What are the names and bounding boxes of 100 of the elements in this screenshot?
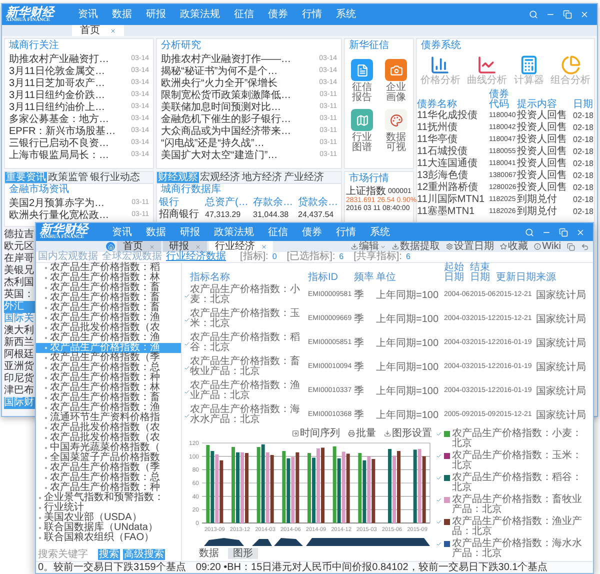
- tree-item[interactable]: 农产品生产价格指数：畜: [36, 303, 181, 313]
- line-chart-icon[interactable]: [477, 55, 498, 75]
- news-headline[interactable]: 澳大利: [4, 325, 35, 337]
- search-icon[interactable]: [525, 228, 534, 236]
- section-tab[interactable]: 银行业动态: [89, 172, 141, 183]
- tree-item[interactable]: 农产品生产价格指数：渔: [36, 333, 181, 343]
- tree-item[interactable]: 农产品生产价格指数：林: [36, 273, 181, 283]
- tree-item[interactable]: 农产品批发价格指数（农: [36, 433, 181, 443]
- chart-tool-button[interactable]: 图形设置: [384, 428, 432, 438]
- window-tab[interactable]: 研报: [163, 241, 207, 252]
- palette-icon[interactable]: [385, 109, 407, 131]
- chart-tool-button[interactable]: 时间序列: [292, 428, 340, 438]
- news-headline[interactable]: 亚洲货: [4, 361, 35, 373]
- section-tab[interactable]: 地方经济: [241, 172, 283, 183]
- restore-icon[interactable]: [559, 228, 568, 236]
- toolbar-button[interactable]: 设置日期: [446, 242, 494, 252]
- back-arrow-icon[interactable]: [581, 242, 589, 250]
- news-headline[interactable]: 美国2月预算赤字为…: [9, 198, 105, 208]
- window-tab[interactable]: 首页: [117, 241, 161, 252]
- news-headline[interactable]: 津巴布: [4, 385, 35, 397]
- check-icon[interactable]: [184, 389, 190, 395]
- news-ticker-item[interactable]: 0。较前一交易日下跌3159个基点: [38, 562, 186, 572]
- check-icon[interactable]: [436, 541, 442, 547]
- tree-item[interactable]: 联合国粮农组织（FAO）: [36, 533, 181, 543]
- tree-item[interactable]: 农产品生产价格指数：渔: [36, 313, 181, 323]
- tree-item[interactable]: 农产品生产价格指数：林: [36, 383, 181, 393]
- app-label[interactable]: 数据可视: [384, 133, 408, 153]
- tree-item[interactable]: 农产品生产价格指数：总: [36, 363, 181, 373]
- news-headline[interactable]: 英国：: [4, 289, 35, 301]
- news-headline[interactable]: 大众商品或为中国经济带来…: [161, 126, 291, 136]
- tree-item[interactable]: 农产品生产价格指数：渔: [36, 403, 181, 413]
- check-icon[interactable]: [436, 431, 442, 437]
- news-headline[interactable]: 欧洲央行量化宽松政…: [9, 210, 109, 220]
- tree-item[interactable]: 农产品生产价格指数：畜: [36, 283, 181, 293]
- news-headline[interactable]: 3月11日纽约油价上…: [9, 102, 105, 112]
- news-headline[interactable]: 欧元区: [4, 241, 35, 253]
- tree-item[interactable]: 中国寿光蔬菜价格指数（: [36, 443, 181, 453]
- toolbar-button[interactable]: Wiki: [534, 242, 561, 252]
- check-icon[interactable]: [436, 453, 442, 459]
- check-icon[interactable]: [184, 365, 190, 371]
- news-headline[interactable]: “闪电战”还是“持久战”…: [161, 138, 264, 148]
- toolbar-button[interactable]: 编辑: [351, 242, 386, 252]
- chart-tool-button[interactable]: 批量: [348, 428, 376, 438]
- news-headline[interactable]: 3月11日伦敦金属交…: [9, 66, 105, 76]
- tree-item[interactable]: 农产品生产价格指数（季: [36, 463, 181, 473]
- check-icon[interactable]: [436, 475, 442, 481]
- news-headline[interactable]: EPFR：新兴市场股基…: [9, 126, 116, 136]
- check-icon[interactable]: [184, 413, 190, 419]
- navigator-drawing[interactable]: [204, 538, 430, 546]
- news-headline[interactable]: 助推农村产业融资打作——…: [161, 54, 291, 64]
- tree-item[interactable]: 流通环节生产资料价格指: [36, 413, 181, 423]
- news-headline[interactable]: 美银兄: [4, 265, 35, 277]
- map-icon[interactable]: [351, 109, 373, 131]
- search-icon[interactable]: [529, 10, 538, 19]
- app-label[interactable]: 行业图谱: [350, 133, 374, 153]
- news-ticker-item[interactable]: 09:20 •BH：15日港元对人民币中间价报0.84102，较前一交易日下跌30.1个基点: [196, 562, 548, 572]
- news-headline[interactable]: 新西兰: [4, 337, 35, 349]
- tree-item[interactable]: 农产品生产价格指数（季: [36, 353, 181, 363]
- check-icon[interactable]: [184, 317, 190, 323]
- section-tab[interactable]: 政策监管: [47, 172, 89, 183]
- check-icon[interactable]: [184, 293, 190, 299]
- restore-icon[interactable]: [563, 10, 572, 19]
- news-headline[interactable]: 揭秘“秘证书”为何不是个…: [161, 66, 278, 76]
- news-headline[interactable]: 德拉吉: [4, 229, 35, 241]
- camera-icon[interactable]: [385, 59, 407, 81]
- news-headline[interactable]: 印尼货: [4, 373, 35, 385]
- close-icon[interactable]: [149, 244, 155, 250]
- copy-icon[interactable]: [567, 242, 575, 250]
- tree-item[interactable]: 美国农业部（USDA）: [36, 513, 181, 523]
- news-headline[interactable]: 限制宽松货币政策刺激降低…: [161, 90, 291, 100]
- tree-item[interactable]: 企业景气指数和预警指数：: [36, 493, 181, 503]
- tree-item[interactable]: 农产品生产价格指数：总: [36, 473, 181, 483]
- tree-item[interactable]: 农产品生产价格指数：畜: [36, 393, 181, 403]
- app-label[interactable]: 企业画像: [384, 83, 408, 103]
- news-headline[interactable]: 上海市银监局局长：…: [9, 150, 109, 160]
- tree-item[interactable]: 行业统计: [36, 503, 181, 513]
- bar-chart-icon[interactable]: [430, 55, 450, 75]
- news-headline[interactable]: 美国扩大对太空“建造门”…: [161, 150, 278, 160]
- news-headline[interactable]: 在岸哥: [4, 253, 35, 265]
- document-icon[interactable]: [351, 59, 373, 81]
- check-icon[interactable]: [436, 497, 442, 503]
- view-tab[interactable]: 图形: [228, 548, 258, 559]
- tree-item[interactable]: 农产品生产价格指数：畜: [36, 293, 181, 303]
- check-icon[interactable]: [184, 341, 190, 347]
- news-headline[interactable]: 3月11日纽约金价跌…: [9, 90, 105, 100]
- section-tab[interactable]: 产业经济: [283, 172, 325, 183]
- tree-item[interactable]: 农产品批发价格指数（农: [36, 323, 181, 333]
- check-icon[interactable]: [436, 519, 442, 525]
- news-headline[interactable]: 阿根廷: [4, 349, 35, 361]
- news-headline[interactable]: 杰利国: [4, 277, 35, 289]
- close-icon[interactable]: [110, 28, 116, 34]
- tree-item[interactable]: 农产品生产价格指数：种: [36, 373, 181, 383]
- view-tab[interactable]: 数据: [194, 548, 224, 559]
- news-headline[interactable]: 金融危机下催生的影子银行…: [161, 114, 291, 124]
- app-label[interactable]: 征信报告: [350, 83, 374, 103]
- toolbar-button[interactable]: 数据提取: [392, 242, 440, 252]
- tree-item[interactable]: 农产品批发价格指数（农: [36, 423, 181, 433]
- tree-item[interactable]: 全国菜篮子产品价格指数: [36, 453, 181, 463]
- section-tab[interactable]: 宏观经济: [199, 172, 241, 183]
- news-headline[interactable]: 美联储加息时间预测对比…: [161, 102, 281, 112]
